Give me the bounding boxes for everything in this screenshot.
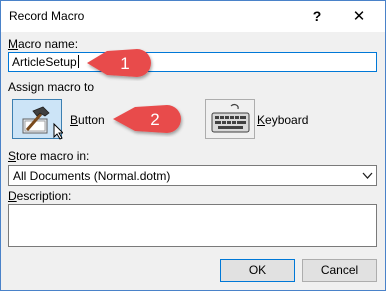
description-textarea[interactable]	[8, 204, 377, 247]
callout-2-number: 2	[150, 110, 159, 129]
callout-2: 2	[113, 105, 181, 133]
macro-name-label: Macro name:	[8, 37, 79, 51]
title-bar: Record Macro ? ✕	[1, 1, 385, 32]
assign-macro-label: Assign macro to	[8, 80, 95, 94]
assign-to-button[interactable]	[12, 99, 65, 140]
cancel-button[interactable]: Cancel	[302, 259, 377, 282]
record-macro-dialog: Record Macro ? ✕ Macro name: ArticleSetu…	[0, 0, 386, 291]
description-label: Description:	[8, 189, 72, 203]
store-macro-select[interactable]: All Documents (Normal.dotm)	[8, 165, 377, 186]
dialog-title: Record Macro	[9, 9, 85, 23]
callout-1-number: 1	[120, 54, 129, 73]
assign-button-label[interactable]: Button	[70, 113, 105, 127]
callout-1: 1	[87, 49, 151, 77]
assign-keyboard-label[interactable]: Keyboard	[257, 113, 308, 127]
help-button[interactable]: ?	[295, 1, 339, 32]
macro-name-value: ArticleSetup	[12, 55, 79, 69]
hammer-icon	[22, 106, 65, 140]
chevron-down-icon[interactable]	[358, 166, 376, 185]
keyboard-icon	[211, 103, 250, 133]
close-button[interactable]: ✕	[337, 1, 381, 32]
store-macro-value: All Documents (Normal.dotm)	[13, 169, 171, 183]
assign-to-keyboard[interactable]	[205, 99, 255, 139]
macro-name-input[interactable]: ArticleSetup	[8, 52, 377, 72]
ok-button[interactable]: OK	[220, 259, 295, 282]
store-macro-label: Store macro in:	[8, 149, 90, 163]
